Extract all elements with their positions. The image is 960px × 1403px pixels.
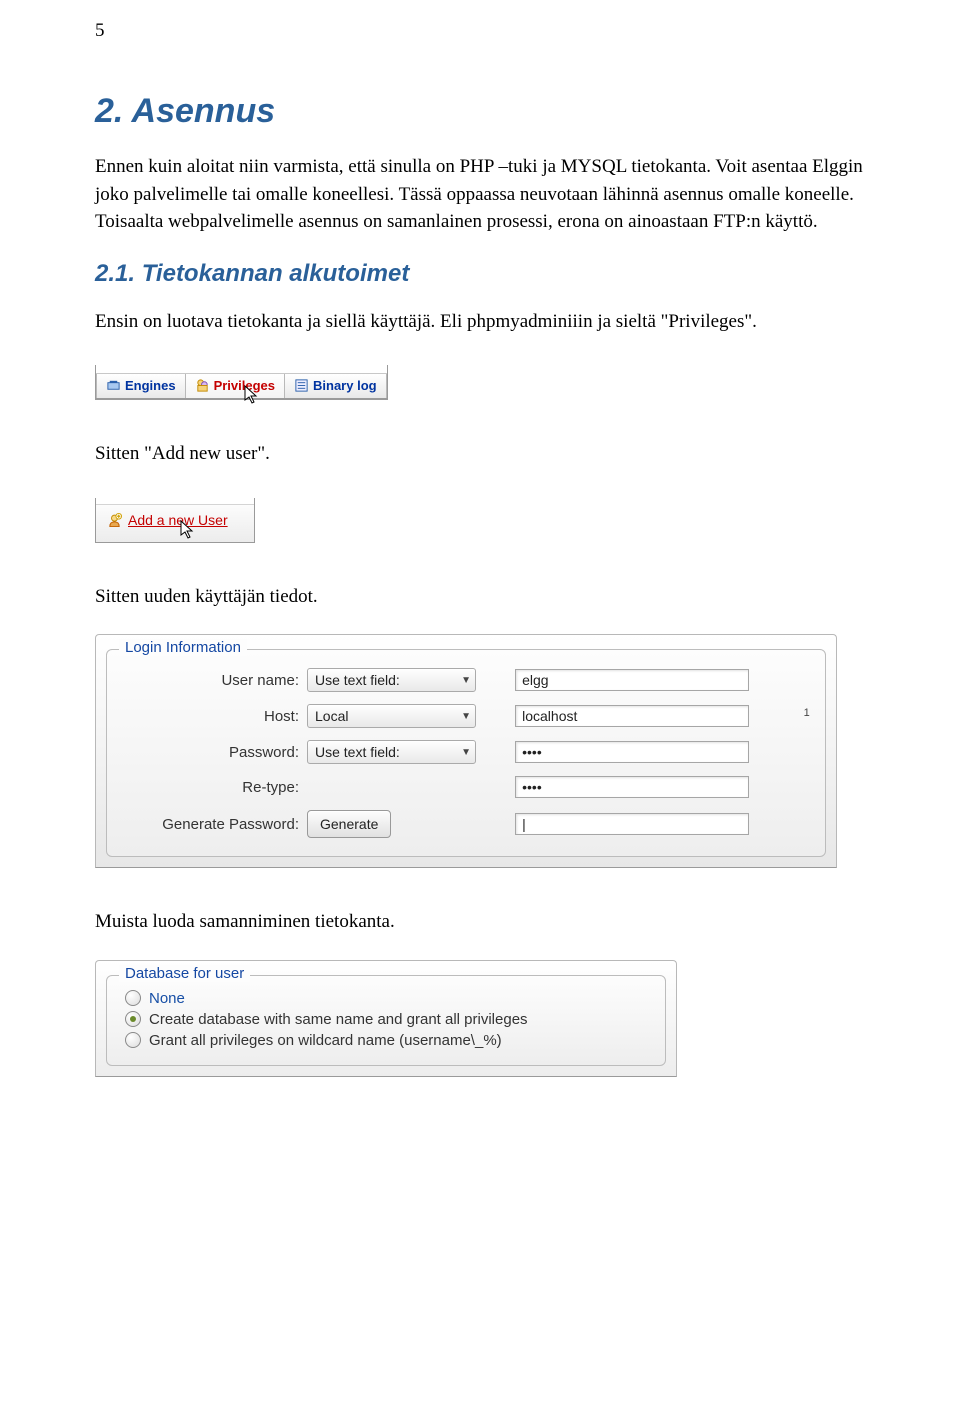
intro-paragraph: Ennen kuin aloitat niin varmista, että s… [95,153,865,236]
select-username-mode[interactable]: Use text field: ▼ [307,668,476,692]
screenshot-login-information: Login Information User name: Use text fi… [95,634,837,868]
radio-option-none[interactable]: None [125,988,653,1009]
row-password: Password: Use text field: ▼ •••• [115,734,817,770]
heading-asennus: 2. Asennus [95,92,865,131]
select-password-mode-value: Use text field: [315,744,400,760]
screenshot-database-for-user: Database for user None Create database w… [95,960,677,1077]
input-generated-password[interactable] [515,813,749,835]
input-host[interactable]: localhost [515,705,749,727]
select-password-mode[interactable]: Use text field: ▼ [307,740,476,764]
label-username: User name: [115,662,303,698]
add-new-user-link[interactable]: Add a new User [128,512,228,528]
label-generate-password: Generate Password: [115,804,303,844]
tab-engines-label: Engines [125,378,176,393]
label-host: Host: [115,698,303,734]
select-host-mode-value: Local [315,708,348,724]
radio-icon-selected [125,1011,141,1027]
select-username-mode-value: Use text field: [315,672,400,688]
radio-label-none: None [149,990,185,1007]
radio-label-wildcard: Grant all privileges on wildcard name (u… [149,1032,502,1049]
screenshot-tabs: Engines Privileges Binary log [95,365,388,400]
select-host-mode[interactable]: Local ▼ [307,704,476,728]
radio-option-wildcard[interactable]: Grant all privileges on wildcard name (u… [125,1030,653,1051]
paragraph-privileges: Ensin on luotava tietokanta ja siellä kä… [95,308,865,336]
chevron-down-icon: ▼ [461,711,471,722]
footnote-marker: 1 [800,707,810,719]
add-user-icon [107,512,122,527]
radio-label-create-same: Create database with same name and grant… [149,1011,528,1028]
radio-icon [125,1032,141,1048]
privileges-icon [195,378,210,393]
row-retype: Re-type: •••• [115,770,817,804]
paragraph-add-new-user: Sitten "Add new user". [95,440,865,468]
binary-log-icon [294,378,309,393]
tab-binary-log-label: Binary log [313,378,377,393]
tab-privileges-label: Privileges [214,378,275,393]
generate-button[interactable]: Generate [307,810,391,838]
paragraph-create-db: Muista luoda samanniminen tietokanta. [95,908,865,936]
chevron-down-icon: ▼ [461,747,471,758]
radio-icon [125,990,141,1006]
row-host: Host: Local ▼ localhost 1 [115,698,817,734]
row-generate: Generate Password: Generate [115,804,817,844]
chevron-down-icon: ▼ [461,675,471,686]
page-number: 5 [95,20,865,42]
legend-login-information: Login Information [119,639,247,656]
label-password: Password: [115,734,303,770]
engine-icon [106,378,121,393]
input-username[interactable]: elgg [515,669,749,691]
tab-binary-log[interactable]: Binary log [285,374,387,398]
tab-engines[interactable]: Engines [96,374,186,398]
radio-option-create-same[interactable]: Create database with same name and grant… [125,1009,653,1030]
mouse-cursor-icon [180,520,196,540]
row-username: User name: Use text field: ▼ elgg [115,662,817,698]
input-retype[interactable]: •••• [515,776,749,798]
paragraph-user-details: Sitten uuden käyttäjän tiedot. [95,583,865,611]
input-password[interactable]: •••• [515,741,749,763]
heading-tietokannan-alkutoimet: 2.1. Tietokannan alkutoimet [95,260,865,288]
legend-database-for-user: Database for user [119,965,250,982]
tab-privileges[interactable]: Privileges [186,374,285,398]
screenshot-add-new-user: Add a new User [95,498,255,543]
label-retype: Re-type: [115,770,303,804]
